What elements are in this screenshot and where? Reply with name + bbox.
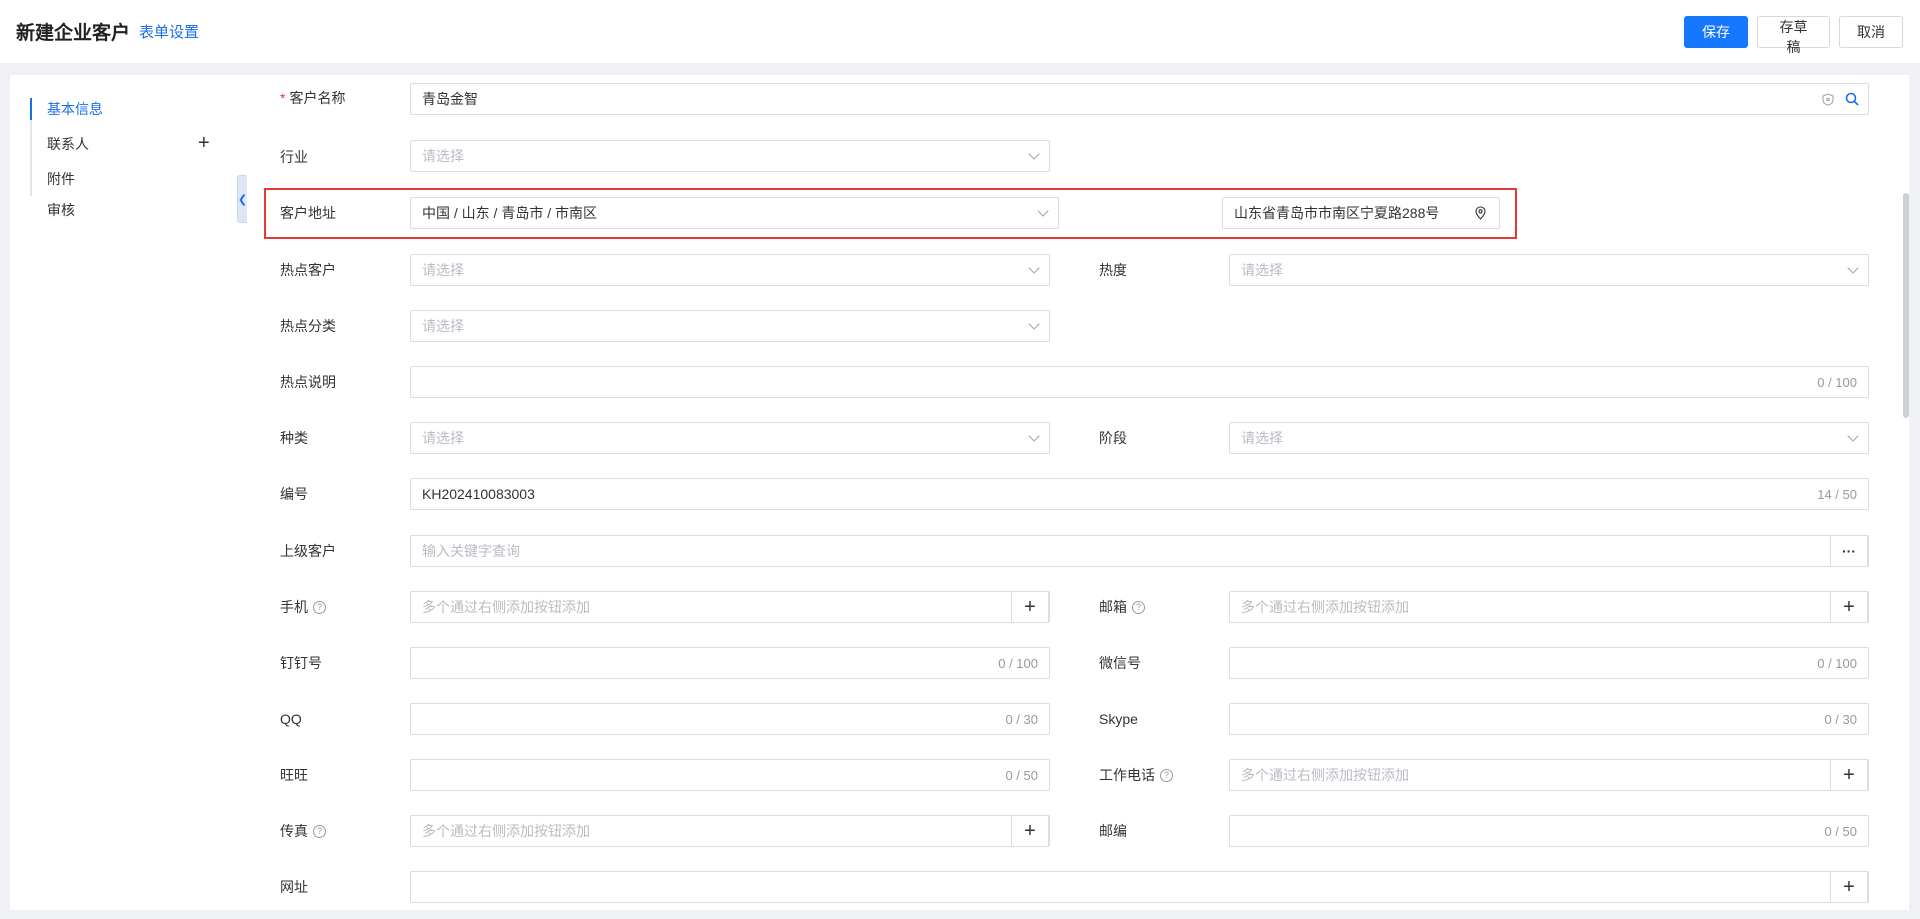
form-panel: * 客户名称 青岛金智 行业 请选择 客户地址 中国 / 山东 / 青岛市 / … [247, 75, 1909, 910]
section-nav: 基本信息 联系人 + 附件 审核 [10, 75, 247, 910]
more-options-button[interactable]: ··· [1830, 535, 1868, 567]
stage-label: 阶段 [1099, 430, 1127, 446]
mobile-input[interactable]: 多个通过右侧添加按钮添加 + [410, 591, 1050, 623]
char-counter: 0 / 100 [1817, 374, 1857, 390]
dingtalk-input[interactable]: 0 / 100 [410, 647, 1050, 679]
hot-category-select[interactable]: 请选择 [410, 310, 1050, 342]
industry-select[interactable]: 请选择 [410, 140, 1050, 172]
email-input[interactable]: 多个通过右侧添加按钮添加 + [1229, 591, 1869, 623]
work-phone-label: 工作电话? [1099, 765, 1173, 785]
chevron-left-icon: ❮ [237, 193, 248, 206]
hot-customer-select[interactable]: 请选择 [410, 254, 1050, 286]
chevron-down-icon [1028, 318, 1040, 330]
parent-customer-input[interactable]: 输入关键字查询 ··· [410, 535, 1869, 567]
chevron-down-icon [1037, 205, 1049, 217]
wechat-label: 微信号 [1099, 655, 1141, 671]
location-pin-icon[interactable] [1475, 206, 1486, 220]
website-input[interactable]: + [410, 871, 1869, 903]
customer-name-input[interactable]: 青岛金智 [410, 83, 1869, 115]
page-header: 新建企业客户 表单设置 保存 存草稿 取消 [0, 0, 1920, 63]
fax-input[interactable]: 多个通过右侧添加按钮添加 + [410, 815, 1050, 847]
char-counter: 0 / 100 [998, 655, 1038, 671]
qq-input[interactable]: 0 / 30 [410, 703, 1050, 735]
chevron-down-icon [1847, 262, 1859, 274]
shield-icon[interactable] [1822, 92, 1834, 106]
nav-item-contacts[interactable]: 联系人 [47, 133, 89, 155]
save-draft-button[interactable]: 存草稿 [1757, 16, 1830, 55]
hot-category-label: 热点分类 [280, 318, 336, 334]
customer-name-label: * 客户名称 [280, 90, 346, 106]
nav-item-attachments[interactable]: 附件 [47, 168, 75, 190]
char-counter: 0 / 50 [1824, 823, 1857, 839]
save-button[interactable]: 保存 [1684, 16, 1748, 48]
mobile-label: 手机? [280, 597, 326, 617]
help-icon[interactable]: ? [313, 600, 326, 614]
add-contact-icon[interactable]: + [198, 133, 210, 153]
chevron-down-icon [1028, 148, 1040, 160]
qq-label: QQ [280, 711, 302, 727]
char-counter: 0 / 100 [1817, 655, 1857, 671]
add-email-button[interactable]: + [1830, 591, 1868, 623]
form-settings-link[interactable]: 表单设置 [139, 21, 199, 42]
header-actions: 保存 存草稿 取消 [1684, 16, 1903, 55]
dingtalk-label: 钉钉号 [280, 655, 322, 671]
help-icon[interactable]: ? [313, 824, 326, 838]
help-icon[interactable]: ? [1132, 600, 1145, 614]
kind-label: 种类 [280, 430, 308, 446]
skype-label: Skype [1099, 711, 1138, 727]
help-icon[interactable]: ? [1160, 768, 1173, 782]
wechat-input[interactable]: 0 / 100 [1229, 647, 1869, 679]
nav-track [30, 98, 32, 196]
hot-desc-input[interactable]: 0 / 100 [410, 366, 1869, 398]
chevron-down-icon [1847, 430, 1859, 442]
address-region-select[interactable]: 中国 / 山东 / 青岛市 / 市南区 [410, 197, 1059, 229]
char-counter: 14 / 50 [1817, 486, 1857, 502]
add-work-phone-button[interactable]: + [1830, 759, 1868, 791]
address-detail-input[interactable]: 山东省青岛市市南区宁夏路288号 [1222, 197, 1500, 229]
heat-label: 热度 [1099, 262, 1127, 278]
char-counter: 0 / 30 [1824, 711, 1857, 727]
add-website-button[interactable]: + [1830, 871, 1868, 903]
customer-name-actions [1822, 92, 1859, 106]
add-fax-button[interactable]: + [1011, 815, 1049, 847]
hot-desc-label: 热点说明 [280, 374, 336, 390]
website-label: 网址 [280, 879, 308, 895]
industry-label: 行业 [280, 149, 308, 165]
page-title: 新建企业客户 [16, 23, 131, 44]
search-icon[interactable] [1845, 92, 1859, 106]
add-mobile-button[interactable]: + [1011, 591, 1049, 623]
fax-label: 传真? [280, 821, 326, 841]
char-counter: 0 / 30 [1005, 711, 1038, 727]
zip-label: 邮编 [1099, 823, 1127, 839]
vertical-scrollbar[interactable] [1903, 193, 1909, 418]
kind-select[interactable]: 请选择 [410, 422, 1050, 454]
skype-input[interactable]: 0 / 30 [1229, 703, 1869, 735]
code-input[interactable]: KH202410083003 14 / 50 [410, 478, 1869, 510]
zip-input[interactable]: 0 / 50 [1229, 815, 1869, 847]
hot-customer-label: 热点客户 [280, 262, 336, 278]
address-label: 客户地址 [280, 205, 336, 221]
chevron-down-icon [1028, 262, 1040, 274]
chevron-down-icon [1028, 430, 1040, 442]
parent-customer-label: 上级客户 [280, 543, 336, 559]
stage-select[interactable]: 请选择 [1229, 422, 1869, 454]
work-phone-input[interactable]: 多个通过右侧添加按钮添加 + [1229, 759, 1869, 791]
cancel-button[interactable]: 取消 [1839, 16, 1903, 48]
heat-select[interactable]: 请选择 [1229, 254, 1869, 286]
email-label: 邮箱? [1099, 597, 1145, 617]
nav-item-review[interactable]: 审核 [47, 199, 75, 221]
wangwang-label: 旺旺 [280, 767, 308, 783]
nav-item-basic-info[interactable]: 基本信息 [47, 98, 103, 120]
char-counter: 0 / 50 [1005, 767, 1038, 783]
code-label: 编号 [280, 486, 308, 502]
wangwang-input[interactable]: 0 / 50 [410, 759, 1050, 791]
nav-active-indicator [30, 98, 32, 120]
